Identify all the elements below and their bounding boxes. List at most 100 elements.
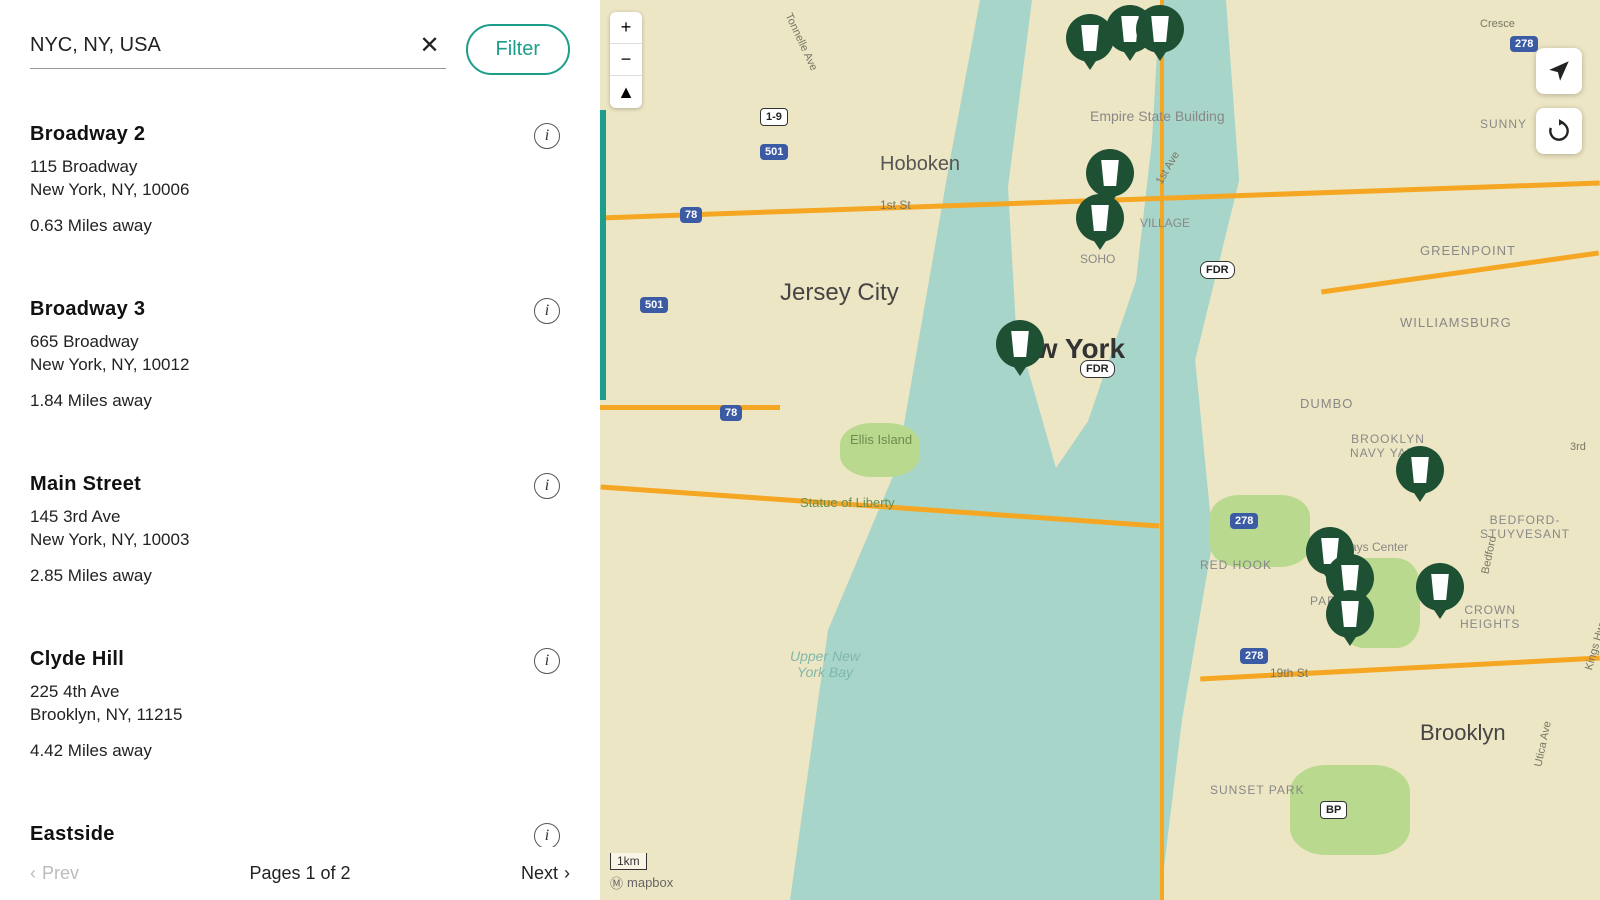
location-info-button[interactable]: i xyxy=(534,648,560,674)
map-attribution: Ⓜ mapbox xyxy=(610,873,673,892)
sidebar: ✕ Filter Broadway 2 115 BroadwayNew York,… xyxy=(0,0,600,900)
location-info-button[interactable]: i xyxy=(534,473,560,499)
marker-pin-icon xyxy=(1416,563,1464,611)
location-info-button[interactable]: i xyxy=(534,123,560,149)
cup-icon xyxy=(1429,574,1451,600)
chevron-left-icon: ‹ xyxy=(30,863,36,884)
refresh-icon xyxy=(1546,118,1572,144)
next-label: Next xyxy=(521,863,558,884)
list-scroll-indicator xyxy=(600,110,606,400)
location-item[interactable]: Eastside325 Lafayette AveBrooklyn, NY, 1… xyxy=(30,805,570,848)
plus-icon: + xyxy=(621,17,632,38)
marker-pin-icon xyxy=(996,320,1044,368)
prev-page-button[interactable]: ‹ Prev xyxy=(30,863,79,884)
location-item[interactable]: Main Street 145 3rd AveNew York, NY, 1000… xyxy=(30,455,570,630)
zoom-in-button[interactable]: + xyxy=(610,12,642,44)
location-item[interactable]: Broadway 3665 BroadwayNew York, NY, 1001… xyxy=(30,280,570,455)
location-distance: 4.42 Miles away xyxy=(30,741,570,761)
highway-shield-icon: 78 xyxy=(680,207,702,223)
highway-shield-icon: 278 xyxy=(1240,648,1268,664)
location-item[interactable]: Broadway 2 115 BroadwayNew York, NY, 1000… xyxy=(30,105,570,280)
location-distance: 0.63 Miles away xyxy=(30,216,570,236)
location-distance: 1.84 Miles away xyxy=(30,391,570,411)
prev-label: Prev xyxy=(42,863,79,884)
highway-shield-icon: 278 xyxy=(1230,513,1258,529)
next-page-button[interactable]: Next › xyxy=(521,863,570,884)
cup-icon xyxy=(1339,601,1361,627)
map-label-ellis: Ellis Island xyxy=(850,432,912,447)
chevron-right-icon: › xyxy=(564,863,570,884)
map-canvas[interactable]: Hoboken Jersey City New York Empire Stat… xyxy=(600,0,1600,900)
location-distance: 2.85 Miles away xyxy=(30,566,570,586)
marker-pin-icon xyxy=(1396,446,1444,494)
map-label-statue: Statue of Liberty xyxy=(800,495,895,510)
map-label-sunset: SUNSET PARK xyxy=(1210,783,1305,797)
map-label-jerseycity: Jersey City xyxy=(780,279,899,307)
location-item[interactable]: Clyde Hill 225 4th AveBrooklyn, NY, 11215… xyxy=(30,630,570,805)
map-label-williamsburg: WILLIAMSBURG xyxy=(1400,315,1512,330)
location-name: Clyde Hill xyxy=(30,648,570,671)
map-background xyxy=(600,0,1600,900)
location-list: Broadway 2 115 BroadwayNew York, NY, 1000… xyxy=(30,105,570,847)
store-marker[interactable] xyxy=(1396,446,1444,504)
page-status: Pages 1 of 2 xyxy=(249,863,350,884)
map-scale: 1km xyxy=(610,853,647,870)
cup-icon xyxy=(1339,565,1361,591)
location-name: Eastside xyxy=(30,823,570,846)
store-marker[interactable] xyxy=(996,320,1044,378)
store-marker[interactable] xyxy=(1416,563,1464,621)
map-label-street: 1st St xyxy=(880,198,911,212)
location-info-button[interactable]: i xyxy=(534,823,560,848)
marker-pin-icon xyxy=(1076,194,1124,242)
map-label-empire: Empire State Building xyxy=(1090,108,1225,124)
info-icon: i xyxy=(545,827,549,845)
mapbox-logo-icon: Ⓜ xyxy=(610,873,623,892)
cup-icon xyxy=(1079,25,1101,51)
store-marker[interactable] xyxy=(1076,194,1124,252)
highway-shield-icon: 78 xyxy=(720,405,742,421)
clear-search-button[interactable]: ✕ xyxy=(413,31,445,60)
search-input[interactable] xyxy=(30,34,413,57)
map-label-bay: Upper New York Bay xyxy=(790,648,860,680)
map-label-crown: CROWN HEIGHTS xyxy=(1460,603,1520,631)
location-info-button[interactable]: i xyxy=(534,298,560,324)
map-label-redhook: RED HOOK xyxy=(1200,558,1272,572)
map-label-soho: SOHO xyxy=(1080,252,1115,266)
location-address: 225 4th AveBrooklyn, NY, 11215 xyxy=(30,681,570,727)
cup-icon xyxy=(1409,457,1431,483)
map-label-barclays: ays Center xyxy=(1350,540,1408,554)
store-marker[interactable] xyxy=(1326,590,1374,648)
location-address: 145 3rd AveNew York, NY, 10003 xyxy=(30,506,570,552)
close-icon: ✕ xyxy=(419,32,439,59)
info-icon: i xyxy=(545,302,549,320)
minus-icon: − xyxy=(621,49,632,70)
marker-pin-icon xyxy=(1136,5,1184,53)
refresh-map-button[interactable] xyxy=(1536,108,1582,154)
location-name: Broadway 3 xyxy=(30,298,570,321)
filter-button[interactable]: Filter xyxy=(466,24,570,75)
zoom-out-button[interactable]: − xyxy=(610,44,642,76)
info-icon: i xyxy=(545,127,549,145)
search-field-wrap: ✕ xyxy=(30,31,446,69)
highway-shield-icon: FDR xyxy=(1200,261,1235,279)
map-label-street: 19th St xyxy=(1270,666,1308,680)
cup-icon xyxy=(1009,331,1031,357)
map-label-village: VILLAGE xyxy=(1140,216,1190,230)
map-label-hoboken: Hoboken xyxy=(880,153,960,176)
location-name: Broadway 2 xyxy=(30,123,570,146)
locate-me-button[interactable] xyxy=(1536,48,1582,94)
info-icon: i xyxy=(545,477,549,495)
pagination: ‹ Prev Pages 1 of 2 Next › xyxy=(30,847,570,900)
highway-shield-icon: FDR xyxy=(1080,360,1115,378)
store-marker[interactable] xyxy=(1136,5,1184,63)
highway-shield-icon: 501 xyxy=(760,144,788,160)
location-address: 115 BroadwayNew York, NY, 10006 xyxy=(30,156,570,202)
info-icon: i xyxy=(545,652,549,670)
cup-icon xyxy=(1089,205,1111,231)
map-label-street: 3rd xyxy=(1570,441,1586,453)
reset-bearing-button[interactable]: ▲ xyxy=(610,76,642,108)
cup-icon xyxy=(1149,16,1171,42)
location-name: Main Street xyxy=(30,473,570,496)
highway-shield-icon: 278 xyxy=(1510,36,1538,52)
map-label-greenpoint: GREENPOINT xyxy=(1420,243,1516,258)
